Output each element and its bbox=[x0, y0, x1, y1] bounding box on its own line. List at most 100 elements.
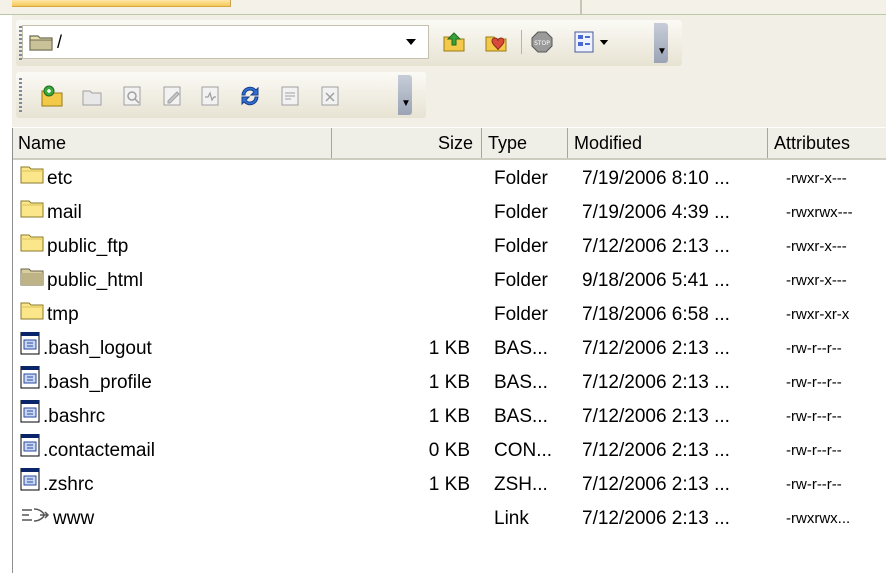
file-row[interactable]: public_html Folder 9/18/2006 5:41 ... -rwxr… bbox=[12, 264, 886, 298]
column-header-type[interactable]: Type bbox=[482, 128, 568, 158]
file-icon bbox=[20, 332, 40, 366]
file-size: 1 KB bbox=[428, 406, 470, 427]
file-name: .zshrc bbox=[43, 474, 94, 495]
file-name-cell[interactable]: .contactemail bbox=[20, 434, 330, 468]
file-type: CON... bbox=[494, 440, 553, 461]
file-name-cell[interactable]: www bbox=[20, 502, 330, 536]
file-row[interactable]: .contactemail 0 KB CON... 7/12/2006 2:13 ..… bbox=[12, 434, 886, 468]
toolbar-separator bbox=[521, 30, 522, 54]
file-row[interactable]: public_ftp Folder 7/12/2006 2:13 ... -rwxr-… bbox=[12, 230, 886, 264]
refresh-button[interactable] bbox=[236, 82, 264, 110]
file-type: Folder bbox=[494, 168, 548, 189]
active-tab[interactable] bbox=[12, 0, 231, 7]
delete-icon bbox=[321, 86, 339, 106]
file-type: Folder bbox=[494, 270, 548, 291]
view-options-icon bbox=[574, 31, 594, 53]
folder-icon bbox=[20, 230, 44, 264]
file-name-cell[interactable]: .bash_logout bbox=[20, 332, 330, 366]
toolbar-grip[interactable] bbox=[19, 78, 22, 112]
file-row[interactable]: www Link 7/12/2006 2:13 ... -rwxrwx... bbox=[12, 502, 886, 536]
file-size bbox=[342, 502, 470, 536]
file-row[interactable]: .bash_logout 1 KB BAS... 7/12/2006 2:13 ...… bbox=[12, 332, 886, 366]
properties-icon bbox=[201, 86, 219, 106]
file-attributes: -rwxrwx... bbox=[786, 510, 851, 527]
svg-text:STOP: STOP bbox=[534, 40, 550, 47]
folder-icon bbox=[20, 196, 44, 230]
column-header-attributes[interactable]: Attributes bbox=[768, 128, 886, 158]
file-type: BAS... bbox=[494, 406, 548, 427]
file-type: ZSH... bbox=[494, 474, 548, 495]
file-row[interactable]: .bash_profile 1 KB BAS... 7/12/2006 2:13 ..… bbox=[12, 366, 886, 400]
file-modified: 7/19/2006 4:39 ... bbox=[582, 202, 730, 223]
file-name-cell[interactable]: .zshrc bbox=[20, 468, 330, 502]
file-attributes: -rwxrwx--- bbox=[786, 204, 853, 221]
web-folder-icon bbox=[20, 264, 44, 298]
path-dropdown-button[interactable] bbox=[399, 28, 423, 56]
file-name: mail bbox=[47, 202, 82, 223]
file-size bbox=[342, 230, 470, 264]
file-attributes: -rwxr-x--- bbox=[786, 170, 847, 187]
file-type: BAS... bbox=[494, 372, 548, 393]
file-size bbox=[342, 264, 470, 298]
file-modified: 7/12/2006 2:13 ... bbox=[582, 474, 730, 495]
link-icon bbox=[20, 502, 50, 536]
properties-button[interactable] bbox=[196, 82, 224, 110]
file-attributes: -rw-r--r-- bbox=[786, 374, 842, 391]
file-row[interactable]: tmp Folder 7/18/2006 6:58 ... -rwxr-xr-x bbox=[12, 298, 886, 332]
file-name-cell[interactable]: public_ftp bbox=[20, 230, 330, 264]
file-attributes: -rw-r--r-- bbox=[786, 476, 842, 493]
new-folder-button[interactable] bbox=[38, 82, 66, 110]
favorites-icon bbox=[485, 36, 507, 52]
file-name: .contactemail bbox=[43, 440, 155, 461]
file-row[interactable]: .bashrc 1 KB BAS... 7/12/2006 2:13 ... -rw-r… bbox=[12, 400, 886, 434]
file-name: tmp bbox=[47, 304, 79, 325]
file-icon bbox=[20, 434, 40, 468]
file-name: public_ftp bbox=[47, 236, 129, 257]
file-name-cell[interactable]: etc bbox=[20, 162, 330, 196]
file-modified: 7/12/2006 2:13 ... bbox=[582, 236, 730, 257]
file-name-cell[interactable]: .bashrc bbox=[20, 400, 330, 434]
file-icon bbox=[20, 468, 40, 502]
file-row[interactable]: .zshrc 1 KB ZSH... 7/12/2006 2:13 ... -rw-r-… bbox=[12, 468, 886, 502]
file-size: 1 KB bbox=[428, 474, 470, 495]
chevron-down-icon bbox=[599, 39, 609, 45]
column-header-modified[interactable]: Modified bbox=[568, 128, 768, 158]
tab-separator bbox=[580, 0, 582, 14]
upload-icon bbox=[281, 86, 299, 106]
file-modified: 7/18/2006 6:58 ... bbox=[582, 304, 730, 325]
file-name: etc bbox=[47, 168, 73, 189]
file-row[interactable]: etc Folder 7/19/2006 8:10 ... -rwxr-x--- bbox=[12, 162, 886, 196]
parent-folder-button[interactable] bbox=[440, 28, 468, 56]
file-modified: 7/12/2006 2:13 ... bbox=[582, 338, 730, 359]
path-combobox[interactable]: / bbox=[22, 25, 429, 59]
view-file-button[interactable] bbox=[118, 82, 146, 110]
file-row[interactable]: mail Folder 7/19/2006 4:39 ... -rwxrwx--- bbox=[12, 196, 886, 230]
path-value[interactable]: / bbox=[57, 32, 62, 53]
favorites-button[interactable] bbox=[482, 28, 510, 56]
file-modified: 7/12/2006 2:13 ... bbox=[582, 372, 730, 393]
toolbar-overflow-button[interactable]: ▼ bbox=[398, 75, 412, 115]
file-type: Folder bbox=[494, 304, 548, 325]
toolbar-overflow-button[interactable]: ▼ bbox=[654, 23, 668, 63]
refresh-icon bbox=[241, 86, 259, 106]
file-name-cell[interactable]: public_html bbox=[20, 264, 330, 298]
file-modified: 7/12/2006 2:13 ... bbox=[582, 440, 730, 461]
file-name: www bbox=[53, 508, 95, 529]
view-options-button[interactable] bbox=[570, 28, 598, 56]
open-button[interactable] bbox=[78, 82, 106, 110]
column-header-name[interactable]: Name bbox=[12, 128, 332, 158]
column-header-size[interactable]: Size bbox=[332, 128, 482, 158]
file-type: Folder bbox=[494, 202, 548, 223]
file-attributes: -rwxr-xr-x bbox=[786, 306, 850, 323]
file-attributes: -rw-r--r-- bbox=[786, 340, 842, 357]
edit-file-button[interactable] bbox=[158, 82, 186, 110]
edit-file-icon bbox=[163, 86, 181, 106]
stop-button[interactable]: STOP bbox=[528, 28, 556, 56]
file-name-cell[interactable]: mail bbox=[20, 196, 330, 230]
file-name-cell[interactable]: tmp bbox=[20, 298, 330, 332]
view-options-dropdown[interactable] bbox=[596, 28, 612, 56]
delete-button[interactable] bbox=[316, 82, 344, 110]
file-type: BAS... bbox=[494, 338, 548, 359]
file-name-cell[interactable]: .bash_profile bbox=[20, 366, 330, 400]
upload-button[interactable] bbox=[276, 82, 304, 110]
